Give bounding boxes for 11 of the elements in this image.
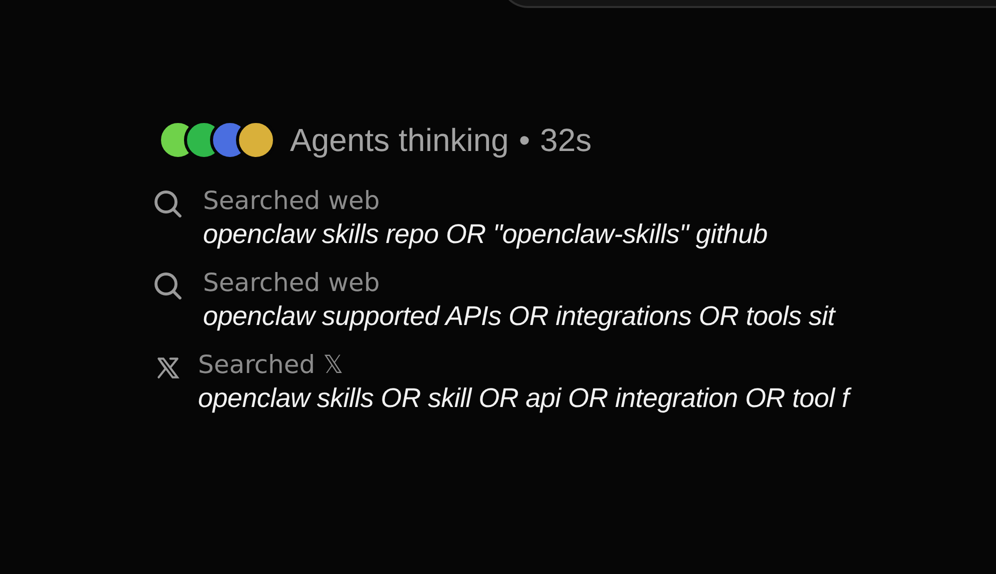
- status-label: Agents thinking: [290, 124, 509, 156]
- search-icon: [152, 270, 184, 302]
- step-label: Searched 𝕏: [198, 350, 344, 380]
- elapsed-time: 32s: [540, 124, 592, 156]
- separator: •: [518, 124, 530, 156]
- step-label: Searched web: [203, 186, 381, 216]
- search-query: openclaw skills OR skill OR api OR integration OR tool f: [198, 380, 849, 416]
- step-label: Searched web: [203, 268, 381, 298]
- search-query: openclaw supported APIs OR integrations OR tools sit: [203, 300, 835, 333]
- search-query: openclaw skills repo OR "openclaw-skills" github: [203, 218, 768, 251]
- search-icon: [152, 188, 184, 220]
